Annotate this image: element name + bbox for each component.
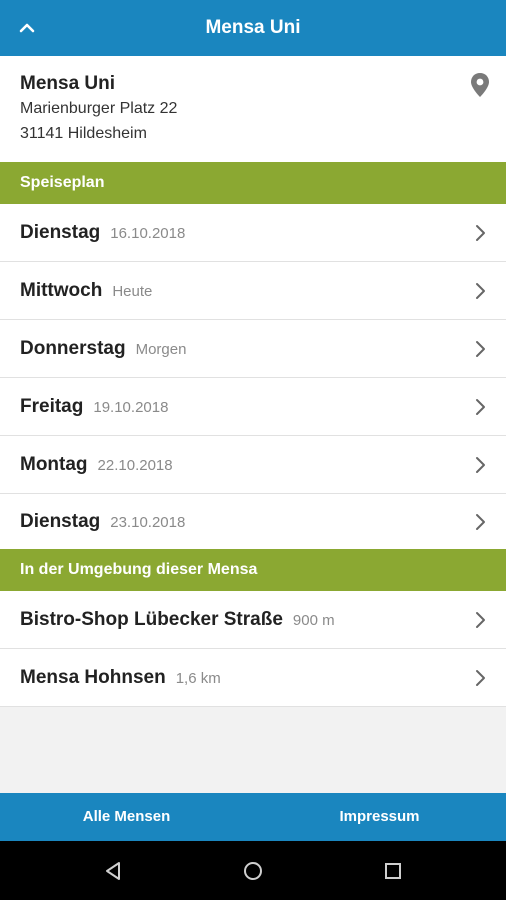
day-name: Freitag	[20, 396, 84, 417]
chevron-right-icon	[476, 341, 485, 357]
day-row[interactable]: Dienstag 23.10.2018	[0, 494, 506, 549]
chevron-right-icon	[476, 225, 485, 241]
day-date: 23.10.2018	[110, 514, 186, 531]
day-name: Donnerstag	[20, 338, 126, 359]
day-date: 19.10.2018	[93, 399, 169, 416]
chevron-right-icon	[476, 283, 485, 299]
place-distance: 900 m	[292, 612, 335, 629]
day-name: Dienstag	[20, 222, 101, 243]
chevron-right-icon	[476, 399, 485, 415]
section-speiseplan: Speiseplan	[0, 162, 506, 204]
place-distance: 1,6 km	[175, 670, 221, 687]
system-nav-bar	[0, 841, 506, 900]
day-date: Heute	[112, 283, 153, 300]
day-name: Montag	[20, 454, 88, 475]
page-title: Mensa Uni	[205, 17, 301, 38]
section-nearby: In der Umgebung dieser Mensa	[0, 549, 506, 591]
impressum-button[interactable]: Impressum	[253, 793, 506, 841]
day-date: Morgen	[135, 341, 187, 358]
chevron-right-icon	[476, 514, 485, 530]
section-heading: In der Umgebung dieser Mensa	[20, 561, 258, 578]
recents-icon[interactable]	[381, 859, 405, 883]
place-name: Bistro-Shop Lübecker Straße	[20, 609, 283, 630]
chevron-right-icon	[476, 612, 485, 628]
day-row[interactable]: Dienstag 16.10.2018	[0, 204, 506, 262]
chevron-right-icon	[476, 670, 485, 686]
app-bar: Mensa Uni	[0, 0, 506, 56]
all-mensen-button[interactable]: Alle Mensen	[0, 793, 253, 841]
section-heading: Speiseplan	[20, 174, 105, 191]
day-row[interactable]: Donnerstag Morgen	[0, 320, 506, 378]
home-icon[interactable]	[241, 859, 265, 883]
map-pin-icon	[471, 73, 489, 97]
nearby-row[interactable]: Bistro-Shop Lübecker Straße 900 m	[0, 591, 506, 649]
day-date: 16.10.2018	[110, 225, 186, 242]
day-name: Mittwoch	[20, 280, 103, 301]
day-row[interactable]: Montag 22.10.2018	[0, 436, 506, 494]
location-button[interactable]	[469, 72, 493, 100]
chevron-right-icon	[476, 457, 485, 473]
day-name: Dienstag	[20, 511, 101, 532]
mensa-street: Marienburger Platz 22	[20, 100, 178, 117]
nearby-row[interactable]: Mensa Hohnsen 1,6 km	[0, 649, 506, 707]
mensa-city: 31141 Hildesheim	[20, 125, 147, 142]
mensa-name: Mensa Uni	[20, 73, 116, 94]
day-date: 22.10.2018	[97, 457, 173, 474]
bottom-bar: Alle Mensen Impressum	[0, 793, 506, 841]
back-icon[interactable]	[101, 859, 125, 883]
day-row[interactable]: Mittwoch Heute	[0, 262, 506, 320]
day-row[interactable]: Freitag 19.10.2018	[0, 378, 506, 436]
mensa-info-card: Mensa Uni Marienburger Platz 22 31141 Hi…	[0, 56, 506, 162]
place-name: Mensa Hohnsen	[20, 667, 166, 688]
